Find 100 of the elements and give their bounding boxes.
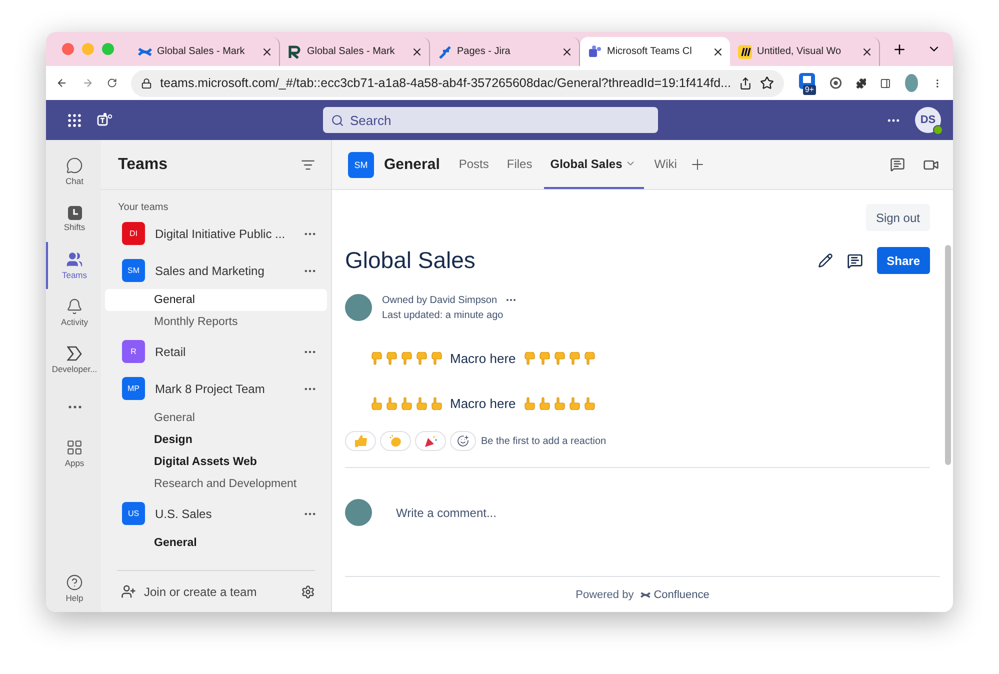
channel-tab[interactable]: Wiki: [648, 140, 685, 189]
search-field[interactable]: Search: [323, 107, 658, 133]
pointing-down-icon: [538, 352, 550, 365]
reaction-button[interactable]: [450, 431, 476, 451]
team-item[interactable]: MP Mark 8 Project Team: [105, 370, 331, 407]
team-avatar: US: [122, 502, 145, 525]
team-avatar: SM: [122, 259, 145, 282]
help-icon: [66, 574, 83, 591]
people-icon: [121, 584, 136, 599]
search-icon: [331, 114, 344, 126]
tab-logo-icon: [738, 44, 752, 58]
close-icon[interactable]: [411, 46, 423, 58]
close-icon[interactable]: [712, 46, 724, 58]
pointing-down-icon: [524, 352, 535, 365]
tab-logo-icon: [288, 44, 302, 58]
avatar-placeholder: [345, 499, 372, 526]
updated-text: Last updated: a minute ago: [382, 310, 504, 321]
pointing-down-icon: [371, 352, 382, 365]
presence-icon: [933, 125, 943, 135]
channel-item[interactable]: Research and Development: [105, 473, 327, 495]
pointing-up-icon: [554, 397, 565, 410]
rail-item[interactable]: Shifts: [46, 195, 101, 242]
app-launcher-icon[interactable]: [66, 112, 83, 128]
channel-item[interactable]: General: [105, 407, 327, 429]
teams-logo-icon: [97, 112, 113, 128]
address-bar[interactable]: teams.microsoft.com/_#/tab::ecc3cb71-a1a8-4a58-ab4f-357265608dac/General?threadId=19:1f414fd...: [131, 70, 784, 96]
owner-text: Owned by David Simpson: [382, 294, 498, 306]
powered-by-text: Powered by: [576, 588, 634, 600]
channel-item[interactable]: General: [105, 532, 327, 554]
channel-title: General: [384, 156, 440, 173]
section-label: Your teams: [117, 202, 170, 213]
sign-out-button[interactable]: Sign out: [866, 204, 930, 231]
pointing-up-icon: [416, 397, 427, 410]
team-item[interactable]: SM Sales and Marketing: [105, 252, 331, 289]
extension-icon[interactable]: [830, 75, 842, 91]
add-reaction-icon: [457, 435, 469, 447]
team-avatar: R: [122, 340, 145, 363]
channel-tab[interactable]: Posts: [452, 140, 497, 189]
rail-item[interactable]: Help: [46, 565, 101, 612]
channel-item[interactable]: Digital Assets Web: [105, 451, 327, 473]
rail-item[interactable]: Chat: [46, 148, 101, 195]
team-avatar: DI: [122, 222, 145, 245]
tab-logo-icon: [438, 44, 452, 58]
pointing-down-icon: [416, 352, 427, 365]
new-tab-icon[interactable]: [892, 42, 907, 56]
pointing-up-icon: [401, 397, 412, 410]
share-icon[interactable]: [739, 76, 752, 90]
pointing-down-icon: [584, 352, 595, 365]
edit-icon[interactable]: [818, 253, 833, 268]
share-button[interactable]: Share: [876, 247, 930, 274]
pointing-up-icon: [538, 397, 550, 410]
channel-tab[interactable]: Global Sales: [544, 140, 644, 189]
team-item[interactable]: R Retail: [105, 333, 331, 370]
pointing-up-icon: [371, 397, 382, 410]
pointing-down-icon: [431, 352, 442, 365]
conversation-icon[interactable]: [890, 157, 905, 172]
close-icon[interactable]: [861, 46, 873, 58]
pointing-up-icon: [524, 397, 535, 410]
rail-item[interactable]: Apps: [46, 430, 101, 477]
close-icon[interactable]: [561, 46, 573, 58]
page-title: Global Sales: [345, 247, 476, 274]
join-team-link[interactable]: Join or create a team: [117, 570, 315, 612]
confluence-logo-icon: [640, 590, 651, 600]
clock-tile-icon: [68, 206, 82, 220]
channel-item[interactable]: Monthly Reports: [105, 311, 327, 333]
profile-avatar[interactable]: [905, 74, 918, 92]
rail-item[interactable]: Activity: [46, 289, 101, 336]
team-item[interactable]: US U.S. Sales: [105, 495, 331, 532]
filter-icon[interactable]: [301, 158, 315, 172]
macro-text: Macro here: [450, 396, 516, 411]
channel-item[interactable]: General: [105, 289, 327, 311]
pointing-up-icon: [431, 397, 442, 410]
confluence-link[interactable]: Confluence: [640, 588, 710, 600]
close-icon[interactable]: [261, 46, 273, 58]
pointing-down-icon: [386, 352, 397, 365]
bookmark-star-icon[interactable]: [760, 76, 774, 90]
bell-icon: [66, 298, 83, 315]
lock-icon: [141, 78, 152, 88]
team-item[interactable]: DI Digital Initiative Public ...: [105, 215, 331, 252]
channel-tab[interactable]: Files: [500, 140, 540, 189]
pointing-down-icon: [568, 352, 580, 365]
pointing-up-icon: [568, 397, 580, 410]
pointing-up-icon: [386, 397, 397, 410]
user-avatar[interactable]: DS: [915, 107, 941, 133]
rail-item[interactable]: Developer...: [46, 336, 101, 383]
extensions-icon[interactable]: [856, 76, 866, 90]
comment-icon[interactable]: [846, 252, 863, 268]
team-avatar: MP: [122, 377, 145, 400]
browser-tab[interactable]: Microsoft Teams Cl: [580, 37, 730, 66]
settings-icon[interactable]: [301, 584, 315, 598]
reaction-button[interactable]: [415, 431, 446, 451]
scrollbar-thumb[interactable]: [945, 245, 951, 465]
reload-icon[interactable]: [107, 76, 118, 90]
chat-icon: [66, 157, 83, 174]
people-icon: [66, 251, 83, 268]
tab-logo-icon: [588, 44, 602, 58]
channel-item[interactable]: Design: [105, 429, 327, 451]
pointing-down-icon: [554, 352, 565, 365]
sidebar-title: Teams: [118, 156, 168, 174]
thumbs-up-icon: [354, 435, 367, 447]
